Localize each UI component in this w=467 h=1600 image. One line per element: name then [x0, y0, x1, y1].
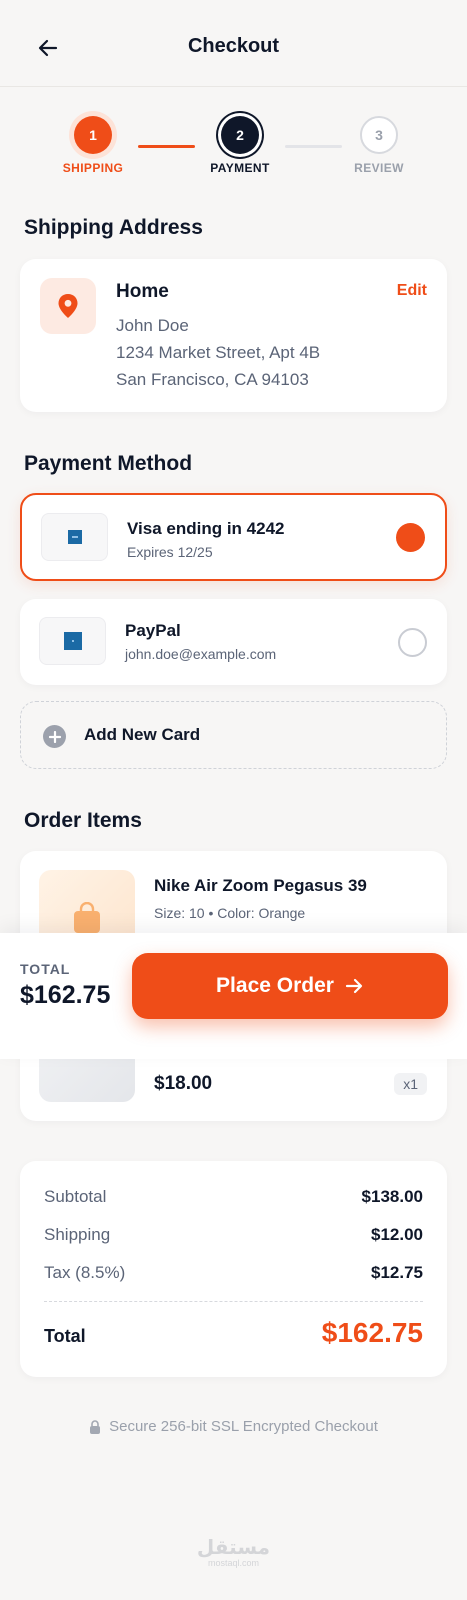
edit-address-button[interactable]: Edit	[397, 282, 427, 300]
address-city: San Francisco, CA 94103	[116, 370, 309, 389]
step-number: 1	[89, 127, 97, 143]
order-section-title: Order Items	[24, 809, 142, 832]
step-shipping-label: SHIPPING	[62, 161, 124, 175]
header: Checkout	[0, 0, 467, 87]
step-connector-pending	[285, 145, 342, 148]
payment-option-visa[interactable]: Visa ending in 4242 Expires 12/25	[20, 493, 447, 581]
summary-label: Shipping	[44, 1225, 111, 1244]
item-meta: Size: 10 • Color: Orange	[154, 905, 306, 921]
sticky-checkout-bar: TOTAL $162.75 Place Order	[0, 933, 467, 1059]
payment-visa-radio[interactable]	[396, 523, 425, 552]
shipping-section-title: Shipping Address	[24, 216, 203, 239]
plus-icon	[43, 725, 66, 748]
sticky-total-label: TOTAL	[20, 961, 71, 977]
payment-section-title: Payment Method	[24, 452, 193, 475]
step-connector-done	[138, 145, 195, 148]
step-review-label: REVIEW	[354, 161, 404, 175]
address-recipient: John Doe	[116, 316, 189, 335]
secure-checkout-note: Secure 256-bit SSL Encrypted Checkout	[0, 1418, 467, 1435]
add-new-card-label: Add New Card	[84, 725, 201, 744]
item-price: $18.00	[154, 1073, 213, 1094]
card-logo-icon	[67, 530, 82, 544]
page-title: Checkout	[187, 35, 280, 57]
place-order-label: Place Order	[216, 974, 334, 997]
lock-icon	[90, 1419, 101, 1434]
step-payment-circle[interactable]: 2	[221, 116, 259, 154]
item-name: Nike Air Zoom Pegasus 39	[154, 876, 367, 895]
add-new-card-button[interactable]: Add New Card	[20, 701, 447, 769]
place-order-button[interactable]: Place Order	[132, 953, 448, 1019]
sticky-total-value: $162.75	[20, 981, 111, 1009]
address-street: 1234 Market Street, Apt 4B	[116, 343, 321, 362]
summary-value: $138.00	[361, 1187, 423, 1206]
step-payment-label: PAYMENT	[210, 161, 270, 175]
paypal-logo	[39, 617, 106, 665]
address-name: Home	[116, 281, 169, 302]
location-pin-icon	[58, 294, 78, 318]
payment-paypal-name: PayPal	[125, 621, 181, 640]
summary-total-value: $162.75	[321, 1317, 423, 1348]
order-summary-card: Subtotal $138.00 Shipping $12.00 Tax (8.…	[20, 1161, 447, 1377]
payment-paypal-radio[interactable]	[398, 628, 427, 657]
step-number: 3	[375, 127, 383, 143]
address-icon-box	[40, 278, 96, 334]
summary-value: $12.75	[371, 1263, 423, 1282]
summary-value: $12.00	[371, 1225, 423, 1244]
watermark-text: مستقل	[196, 1535, 271, 1559]
item-qty-badge: x1	[394, 1073, 427, 1095]
step-review-circle[interactable]: 3	[360, 116, 398, 154]
shopping-bag-icon	[74, 902, 100, 933]
arrow-right-icon	[345, 978, 363, 994]
step-shipping-circle[interactable]: 1	[74, 116, 112, 154]
payment-paypal-email: john.doe@example.com	[125, 646, 277, 662]
summary-label: Subtotal	[44, 1187, 107, 1206]
card-logo-icon	[63, 632, 82, 650]
secure-text: Secure 256-bit SSL Encrypted Checkout	[109, 1418, 378, 1435]
step-number: 2	[236, 127, 244, 143]
payment-visa-expiry: Expires 12/25	[127, 544, 213, 560]
summary-total-label: Total	[44, 1326, 86, 1346]
watermark-subtext: mostaql.com	[207, 1558, 260, 1568]
payment-option-paypal[interactable]: PayPal john.doe@example.com	[20, 599, 447, 685]
watermark-logo: مستقل mostaql.com	[0, 1535, 467, 1568]
address-card[interactable]: Home Edit John Doe 1234 Market Street, A…	[20, 259, 447, 412]
summary-label: Tax (8.5%)	[44, 1263, 126, 1282]
payment-visa-name: Visa ending in 4242	[127, 519, 285, 538]
visa-logo	[41, 513, 108, 561]
summary-divider	[44, 1301, 423, 1302]
